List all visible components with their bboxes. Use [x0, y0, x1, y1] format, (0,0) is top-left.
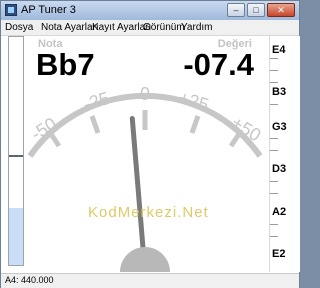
window-title: AP Tuner 3	[21, 4, 76, 16]
app-icon	[5, 4, 17, 16]
tick-minus-25-line	[89, 115, 101, 134]
maximize-button[interactable]: □	[247, 3, 265, 17]
menu-gorunum[interactable]: Görünüm	[143, 22, 185, 33]
needle-hub	[120, 247, 170, 272]
scale-tick	[270, 181, 278, 182]
minimize-button[interactable]: –	[227, 3, 245, 17]
scale-tick	[270, 70, 278, 71]
input-level-fill	[9, 208, 23, 265]
scale-tick	[270, 138, 278, 139]
scale-note-d3: D3	[272, 163, 287, 175]
note-scale: E4 B3 G3 D3 A2 E2	[269, 36, 300, 272]
tick-plus-25-line	[189, 115, 201, 134]
input-level-marker	[9, 155, 23, 157]
status-text: A4: 440.000	[5, 275, 54, 285]
meter-dial: -50 -25 0 +25 +50	[27, 84, 264, 272]
scale-tick	[270, 193, 278, 194]
menu-dosya[interactable]: Dosya	[5, 22, 33, 33]
menu-bar: Dosya Nota Ayarları Kayıt Ayarları Görün…	[1, 20, 299, 36]
scale-note-e4: E4	[272, 44, 286, 56]
window-controls: – □ ✕	[227, 3, 295, 17]
tick-label-zero: 0	[140, 84, 150, 104]
scale-tick	[270, 150, 278, 151]
scale-tick	[270, 224, 278, 225]
scale-tick	[270, 82, 278, 83]
menu-nota-ayarlari[interactable]: Nota Ayarları	[41, 22, 99, 33]
scale-tick	[270, 104, 278, 105]
menu-yardim[interactable]: Yardım	[181, 22, 213, 33]
tuner-content: Nota Değeri Bb7 -07.4 -50 -25 0 +25 +50 …	[1, 36, 300, 273]
scale-tick	[270, 236, 278, 237]
status-bar: A4: 440.000	[1, 273, 299, 288]
scale-note-g3: G3	[272, 121, 287, 133]
title-bar[interactable]: AP Tuner 3 – □ ✕	[1, 1, 299, 20]
watermark-text: KodMerkezi.Net	[88, 204, 209, 221]
app-window: AP Tuner 3 – □ ✕ Dosya Nota Ayarları Kay…	[0, 0, 300, 288]
tick-label-plus-25: +25	[176, 87, 211, 115]
close-button[interactable]: ✕	[267, 3, 295, 17]
scale-note-b3: B3	[272, 86, 287, 98]
input-level-meter	[8, 36, 24, 266]
scale-tick	[270, 58, 278, 59]
tick-label-minus-25: -25	[81, 88, 112, 114]
scale-note-a2: A2	[272, 206, 287, 218]
tuner-meter: Nota Değeri Bb7 -07.4 -50 -25 0 +25 +50 …	[26, 36, 264, 272]
scale-note-e2: E2	[272, 248, 286, 260]
